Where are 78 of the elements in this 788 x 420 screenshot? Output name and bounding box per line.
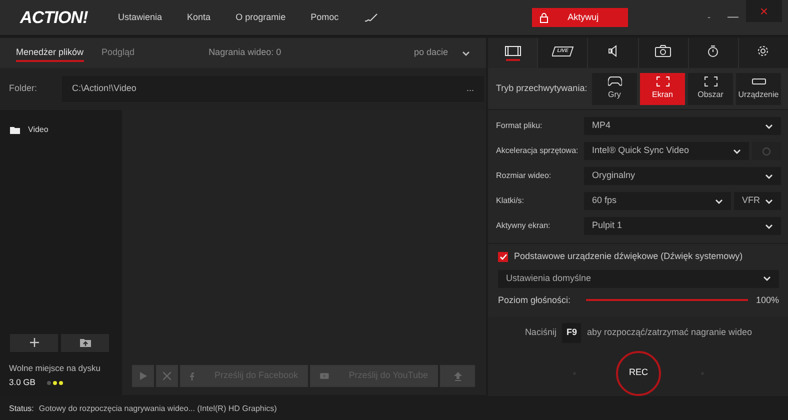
recordings-count: Nagrania wideo: 0 <box>208 46 282 60</box>
speaker-icon <box>608 45 618 58</box>
play-icon <box>140 372 146 380</box>
setting-label: Format pliku: <box>496 120 544 132</box>
audio-preset-dropdown[interactable]: Ustawienia domyślne <box>498 270 779 288</box>
minimize-button[interactable]: — <box>720 9 746 26</box>
view-tab[interactable]: Podgląd <box>102 44 135 62</box>
chevron-down-icon <box>765 198 773 204</box>
folder-path-field[interactable]: C:\Action!\Video ... <box>62 76 484 102</box>
browse-button[interactable]: ... <box>466 82 474 96</box>
setting-label: Akceleracja sprzętowa: <box>496 145 580 157</box>
chevron-down-icon <box>765 224 773 228</box>
gamepad-icon <box>608 76 622 87</box>
folder-item[interactable]: Video <box>10 124 122 136</box>
chevron-down-icon <box>763 276 771 281</box>
chevron-down-icon <box>715 198 723 204</box>
plus-icon <box>30 338 38 347</box>
folder-icon <box>10 126 20 134</box>
menu-item[interactable]: O programie <box>236 10 286 24</box>
stopwatch-icon <box>707 45 720 58</box>
open-folder-button[interactable] <box>61 334 109 352</box>
menu-item[interactable]: Pomoc <box>310 10 339 24</box>
setting-label: Klatki/s: <box>496 195 526 207</box>
film-icon <box>504 45 521 58</box>
setting-dropdown[interactable]: VFR <box>734 192 781 210</box>
setting-dropdown[interactable]: Pulpit 1 <box>584 217 781 235</box>
close-icon <box>163 372 171 380</box>
sort-dropdown[interactable]: po dacie <box>414 46 470 60</box>
view-tab[interactable]: Menedżer plików <box>16 44 84 62</box>
hotkey-hint: Naciśnij <box>524 326 556 339</box>
close-button[interactable]: × <box>746 0 782 22</box>
hdmi-port-icon <box>752 76 766 87</box>
area-corners-icon <box>704 76 718 87</box>
volume-label: Poziom głośności: <box>498 294 572 307</box>
chevron-down-icon <box>765 124 773 128</box>
capture-mode-button[interactable]: Ekran <box>640 72 685 104</box>
volume-reading: 100% <box>756 294 779 306</box>
screen-corners-icon <box>656 76 670 87</box>
setting-label: Rozmiar wideo: <box>496 170 552 182</box>
status-label: Status: <box>9 403 34 415</box>
add-button[interactable] <box>10 334 58 352</box>
disk-space-label: Wolne miejsce na dysku <box>9 362 102 374</box>
facebook-icon <box>190 372 194 380</box>
folder-upload-icon <box>80 338 90 347</box>
hotkey-hint: aby rozpocząć/zatrzymać nagranie wideo <box>586 326 752 339</box>
capture-mode-button[interactable]: Urządzenie <box>736 72 781 104</box>
capture-mode-label: Tryb przechwytywania: <box>496 82 588 95</box>
hotkey-key: F9 <box>562 323 581 342</box>
restore-button[interactable]: - <box>698 10 720 24</box>
setting-dropdown[interactable]: 60 fps <box>584 192 731 210</box>
chevron-down-icon <box>765 174 773 178</box>
panel-tab[interactable] <box>588 38 639 68</box>
app-logo: ACTION! <box>20 6 89 29</box>
lock-icon <box>540 12 548 22</box>
disk-free-value: 3.0 GB <box>9 376 36 389</box>
panel-tab[interactable] <box>638 38 689 68</box>
upload-icon <box>454 372 462 380</box>
menu-item[interactable]: Ustawienia <box>118 10 162 24</box>
pen-icon[interactable] <box>364 12 378 22</box>
setting-label: Aktywny ekran: <box>496 220 552 232</box>
live-badge-icon <box>552 46 574 57</box>
status-text: Gotowy do rozpoczęcia nagrywania wideo... (Intel(R) HD Graphics) <box>38 403 277 415</box>
capture-mode-button[interactable]: Obszar <box>688 72 733 104</box>
setting-dropdown[interactable]: MP4 <box>584 117 781 135</box>
folder-label: Folder: <box>9 82 38 96</box>
youtube-icon <box>320 372 329 380</box>
activate-button[interactable]: Aktywuj <box>532 8 628 27</box>
setting-dropdown[interactable]: Intel® Quick Sync Video <box>584 142 749 160</box>
record-button[interactable]: REC <box>616 350 661 396</box>
setting-dropdown[interactable]: Oryginalny <box>584 167 781 185</box>
capture-mode-button[interactable]: Gry <box>592 72 637 104</box>
checkbox[interactable] <box>498 252 508 262</box>
menu-item[interactable]: Konta <box>187 10 211 24</box>
chevron-down-icon <box>733 148 741 154</box>
check-icon <box>500 254 506 260</box>
chevron-down-icon <box>462 50 470 56</box>
camera-icon <box>655 45 672 58</box>
audio-device-label: Podstawowe urządzenie dźwiękowe (Dźwięk systemowy) <box>514 250 743 263</box>
